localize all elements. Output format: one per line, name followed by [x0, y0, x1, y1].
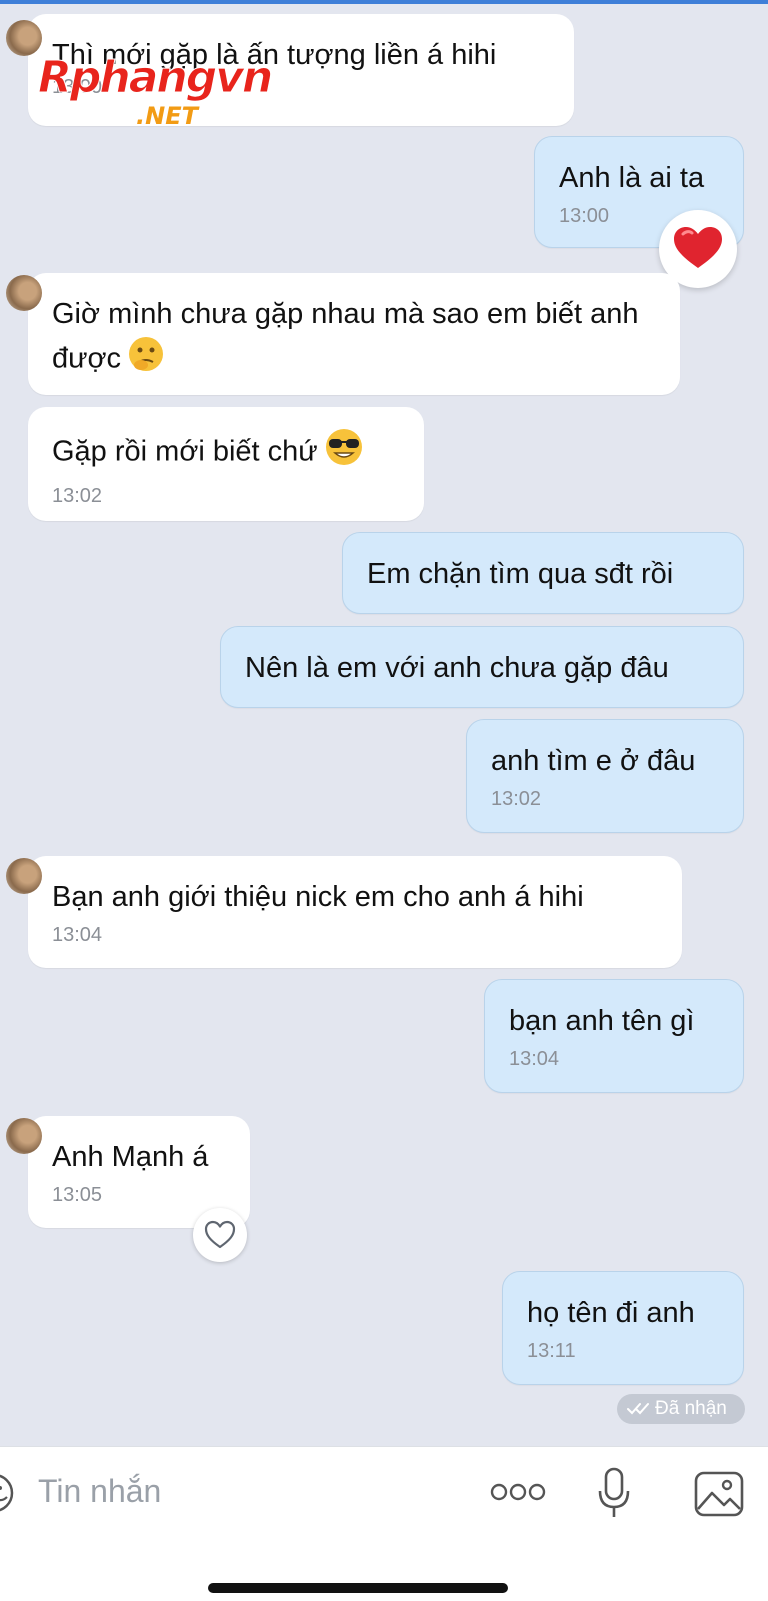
message-text: họ tên đi anh: [527, 1297, 695, 1329]
sticker-icon[interactable]: [0, 1471, 16, 1515]
message-outgoing[interactable]: họ tên đi anh 13:11: [502, 1271, 744, 1385]
delivered-status-badge: Đã nhận: [617, 1394, 745, 1424]
message-time: 13:04: [509, 1048, 560, 1070]
top-accent-line: [0, 0, 768, 4]
message-text: Nên là em với anh chưa gặp đâu: [245, 652, 669, 684]
heart-outline-reaction-icon[interactable]: [193, 1208, 247, 1262]
message-outgoing[interactable]: anh tìm e ở đâu 13:02: [466, 719, 744, 833]
message-outgoing[interactable]: Nên là em với anh chưa gặp đâu: [220, 626, 744, 708]
sunglasses-face-emoji-icon: [324, 427, 364, 479]
image-icon[interactable]: [694, 1471, 744, 1517]
message-incoming[interactable]: Gặp rồi mới biết chứ 13:02: [28, 407, 424, 521]
avatar[interactable]: [6, 858, 42, 894]
message-text: Anh Mạnh á: [52, 1141, 209, 1173]
message-text: Anh là ai ta: [559, 162, 705, 194]
message-incoming[interactable]: Giờ mình chưa gặp nhau mà sao em biết an…: [6, 273, 680, 395]
double-check-icon: [627, 1402, 649, 1415]
message-text: anh tìm e ở đâu: [491, 745, 696, 777]
message-text: bạn anh tên gì: [509, 1005, 695, 1037]
message-text: Gặp rồi mới biết chứ: [52, 435, 318, 468]
watermark-logo: Rphangvn .NET: [37, 52, 273, 130]
message-text: Bạn anh giới thiệu nick em cho anh á hih…: [52, 881, 584, 913]
status-label: Đã nhận: [655, 1398, 727, 1419]
home-indicator: [208, 1583, 508, 1593]
more-dots-icon[interactable]: [490, 1479, 546, 1505]
message-time: 13:05: [52, 1184, 103, 1206]
avatar[interactable]: [6, 275, 42, 311]
message-time: 13:02: [52, 485, 103, 507]
avatar[interactable]: [6, 1118, 42, 1154]
message-text: Em chặn tìm qua sđt rồi: [367, 558, 674, 590]
message-outgoing[interactable]: Em chặn tìm qua sđt rồi: [342, 532, 744, 614]
message-composer: Tin nhắn: [0, 1446, 768, 1601]
message-time: 13:04: [52, 924, 103, 946]
avatar[interactable]: [6, 20, 42, 56]
thinking-face-emoji-icon: [127, 335, 165, 385]
message-time: 13:02: [491, 788, 542, 810]
message-input[interactable]: Tin nhắn: [38, 1473, 161, 1510]
microphone-icon[interactable]: [596, 1467, 632, 1521]
message-outgoing[interactable]: bạn anh tên gì 13:04: [484, 979, 744, 1093]
message-time: 13:11: [527, 1340, 576, 1362]
message-incoming[interactable]: Bạn anh giới thiệu nick em cho anh á hih…: [6, 856, 682, 968]
